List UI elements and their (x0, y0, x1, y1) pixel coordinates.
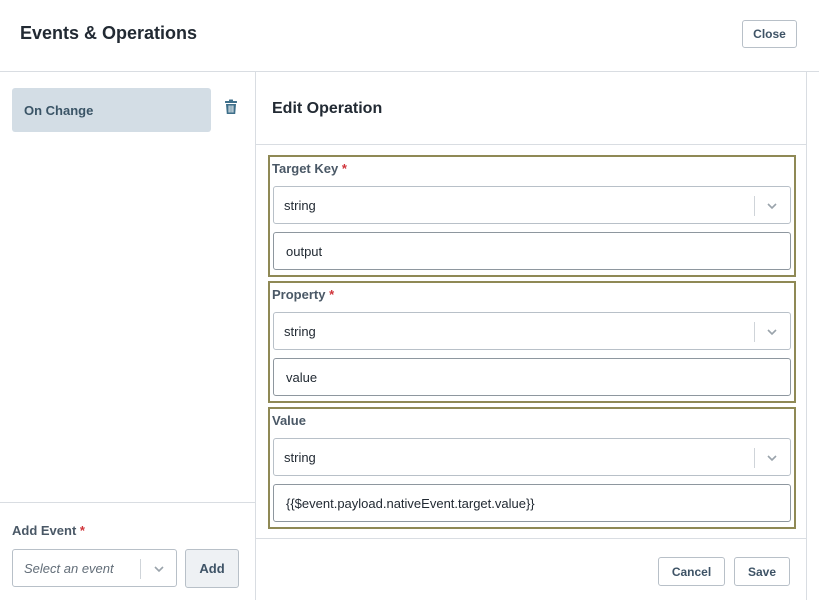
panel-divider (806, 72, 807, 600)
required-marker: * (341, 161, 347, 176)
edit-operation-panel: Edit Operation Target Key * string outpu… (256, 72, 806, 600)
required-marker: * (329, 287, 335, 302)
value-type-select[interactable]: string (273, 438, 791, 476)
cancel-button[interactable]: Cancel (658, 557, 725, 586)
save-button[interactable]: Save (734, 557, 790, 586)
add-event-label: Add Event * (12, 523, 85, 538)
required-marker: * (79, 523, 85, 538)
chevron-down-icon[interactable] (152, 562, 166, 576)
chevron-down-icon[interactable] (765, 325, 779, 339)
value-group: Value string {{$event.payload.nativeEven… (268, 407, 796, 529)
select-divider (140, 559, 141, 579)
modal-title: Events & Operations (20, 23, 198, 43)
edit-operation-title: Edit Operation (272, 100, 383, 117)
add-event-button[interactable]: Add (185, 549, 239, 588)
type-select-value: string (284, 450, 316, 465)
target-key-group: Target Key * string output (268, 155, 796, 277)
select-divider (754, 448, 755, 468)
type-select-value: string (284, 324, 316, 339)
property-input[interactable]: value (273, 358, 791, 396)
trash-icon[interactable] (224, 99, 238, 115)
close-button[interactable]: Close (742, 20, 797, 48)
select-divider (754, 322, 755, 342)
edit-operation-header: Edit Operation (256, 72, 806, 145)
property-group: Property * string value (268, 281, 796, 403)
add-event-section: Add Event * Select an event Add (0, 502, 255, 600)
target-key-type-select[interactable]: string (273, 186, 791, 224)
modal-header: Events & Operations Close (0, 0, 819, 72)
property-type-select[interactable]: string (273, 312, 791, 350)
edit-operation-footer: Cancel Save (256, 538, 806, 600)
select-divider (754, 196, 755, 216)
event-item-on-change[interactable]: On Change (12, 88, 211, 132)
chevron-down-icon[interactable] (765, 451, 779, 465)
events-sidebar: On Change Add Event * Select an event Ad… (0, 72, 256, 600)
value-input[interactable]: {{$event.payload.nativeEvent.target.valu… (273, 484, 791, 522)
target-key-label: Target Key * (272, 161, 347, 176)
property-label: Property * (272, 287, 335, 302)
chevron-down-icon[interactable] (765, 199, 779, 213)
event-select-placeholder: Select an event (24, 561, 114, 576)
type-select-value: string (284, 198, 316, 213)
target-key-input[interactable]: output (273, 232, 791, 270)
value-label: Value (272, 413, 306, 428)
event-select[interactable]: Select an event (12, 549, 177, 587)
